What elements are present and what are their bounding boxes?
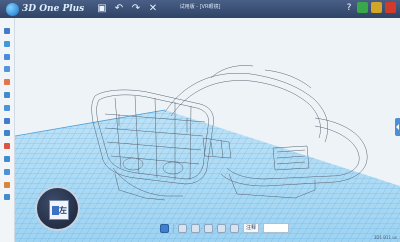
feature-tool-icon[interactable] — [2, 64, 12, 74]
save-icon[interactable]: ▣ — [96, 2, 108, 15]
page-icon[interactable] — [178, 223, 187, 233]
status-text: 3D1 B11 us — [373, 235, 397, 240]
color-tool-icon[interactable] — [2, 141, 12, 151]
array-tool-icon[interactable] — [2, 116, 12, 126]
combine-tool-icon[interactable] — [2, 90, 12, 100]
window-controls: ? — [344, 2, 396, 13]
quick-access-toolbar: ▣ ↶ ↷ ✕ — [96, 2, 159, 15]
edit-tool-icon[interactable] — [2, 77, 12, 87]
view-eye-icon[interactable] — [160, 223, 169, 233]
help-icon[interactable]: ? — [344, 3, 354, 13]
view-cube-face[interactable]: 左 — [49, 200, 69, 220]
close-doc-icon[interactable]: ✕ — [147, 2, 159, 15]
view-cube[interactable]: 左 — [35, 186, 80, 231]
view-cube-left-face — [52, 206, 59, 215]
app-name: 3D One Plus — [22, 4, 85, 14]
left-toolbar — [0, 18, 15, 242]
title-bar: 3D One Plus ▣ ↶ ↷ ✕ 试用版 - [VR眼镜] ? — [0, 0, 400, 18]
annotation-input[interactable] — [263, 223, 290, 233]
maximize-button[interactable] — [371, 2, 382, 13]
basic-solid-tool-icon[interactable] — [2, 39, 12, 49]
toolbar-separator — [173, 223, 174, 233]
view-cube-label: 左 — [59, 206, 67, 215]
bend-tool-icon[interactable] — [2, 128, 12, 138]
bottom-toolbar: 注释 — [160, 222, 290, 234]
logo-icon — [6, 2, 19, 16]
assembly-tool-icon[interactable] — [2, 180, 12, 190]
sketch-tool-icon[interactable] — [2, 26, 12, 36]
minimize-button[interactable] — [357, 2, 368, 13]
3d-viewport[interactable]: 左 — [15, 18, 400, 242]
annotation-label: 注释 — [243, 223, 260, 233]
zoom-icon[interactable] — [204, 223, 213, 233]
close-button[interactable] — [385, 2, 396, 13]
curve-tool-icon[interactable] — [2, 52, 12, 62]
fit-view-icon[interactable] — [217, 223, 226, 233]
browser-tool-icon[interactable] — [2, 192, 12, 202]
render-icon[interactable] — [230, 223, 239, 233]
right-panel-toggle[interactable] — [395, 118, 400, 136]
undo-icon[interactable]: ↶ — [113, 2, 125, 15]
redo-icon[interactable]: ↷ — [130, 2, 142, 15]
move-tool-icon[interactable] — [2, 103, 12, 113]
app-logo[interactable]: 3D One Plus — [6, 1, 84, 17]
measure-tool-icon[interactable] — [2, 167, 12, 177]
box-icon[interactable] — [191, 223, 200, 233]
material-tool-icon[interactable] — [2, 154, 12, 164]
